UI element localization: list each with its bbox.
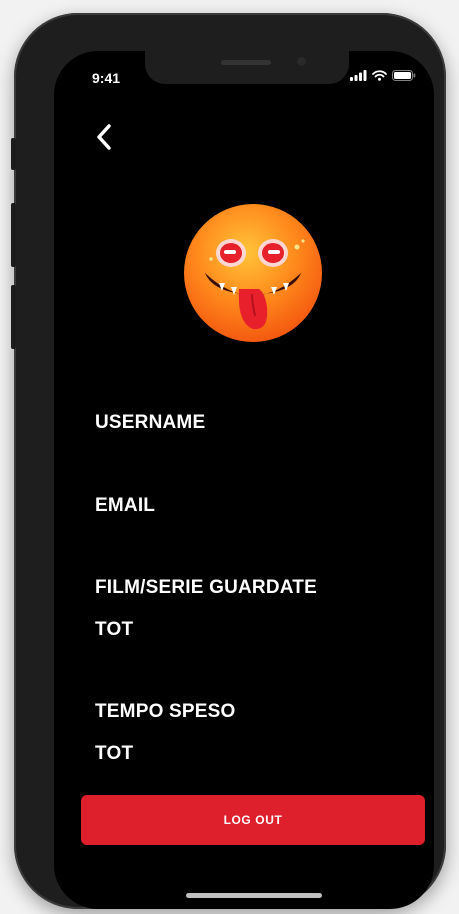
username-label: USERNAME xyxy=(95,412,206,433)
time-spent-label: TEMPO SPESO xyxy=(95,701,236,722)
volume-up-button xyxy=(11,203,16,267)
signal-icon xyxy=(350,70,367,81)
battery-icon xyxy=(392,70,416,81)
email-label: EMAIL xyxy=(95,495,156,516)
speaker-grille xyxy=(221,60,271,65)
notch xyxy=(145,51,349,84)
app-screen: 9:41 USERNAME EMAIL FILM/SERIE GUARDATE … xyxy=(54,51,434,909)
wifi-icon xyxy=(372,70,387,81)
home-indicator[interactable] xyxy=(186,893,322,898)
time-spent-value: TOT xyxy=(95,743,134,764)
silent-switch xyxy=(11,138,16,170)
tongue-out-emoji-icon xyxy=(184,204,322,342)
front-camera xyxy=(297,57,306,66)
status-time: 9:41 xyxy=(92,70,121,86)
phone-frame: 9:41 USERNAME EMAIL FILM/SERIE GUARDATE … xyxy=(11,13,446,909)
watched-value: TOT xyxy=(95,619,134,640)
watched-label: FILM/SERIE GUARDATE xyxy=(95,577,317,598)
back-chevron-icon[interactable] xyxy=(92,123,116,151)
status-icons xyxy=(350,70,416,81)
logout-button[interactable]: LOG OUT xyxy=(81,795,425,845)
volume-down-button xyxy=(11,285,16,349)
